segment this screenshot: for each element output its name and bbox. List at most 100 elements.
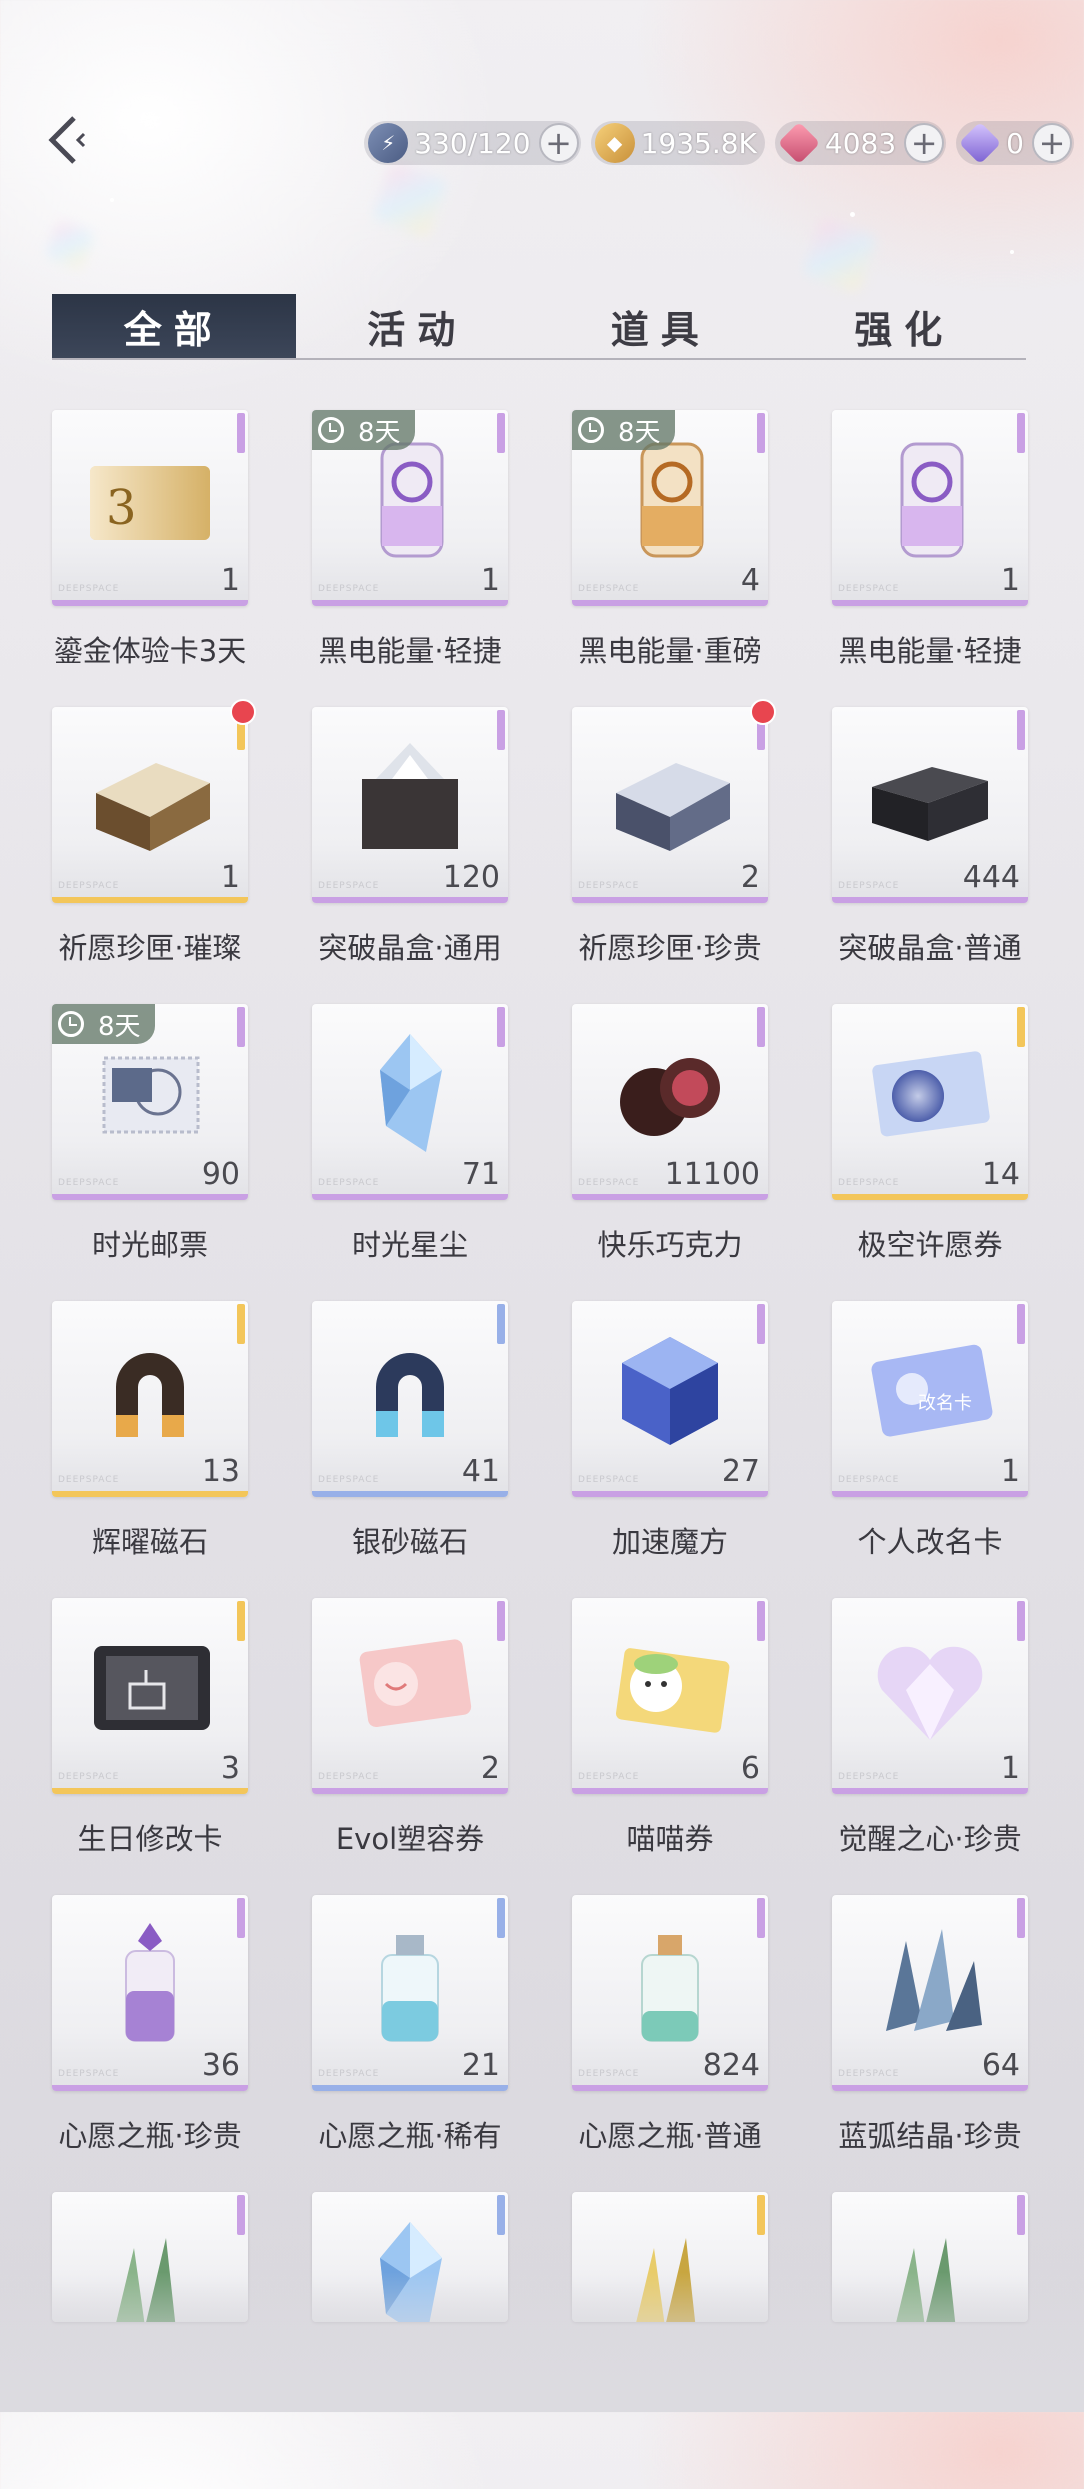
category-tabs: 全部 活动 道具 强化 bbox=[52, 294, 1026, 360]
item-quantity: 1 bbox=[1000, 1454, 1020, 1489]
rarity-bar bbox=[52, 1194, 248, 1200]
item-name: 黑电能量·轻捷 bbox=[318, 634, 502, 668]
rainbow-glare bbox=[371, 161, 449, 239]
add-gem-button[interactable]: + bbox=[1032, 123, 1072, 163]
brand-watermark: DEEPSPACE bbox=[318, 1178, 380, 1188]
inventory-item[interactable]: DEEPSPACE 824 心愿之瓶·普通 bbox=[572, 1895, 768, 2192]
inventory-item[interactable]: DEEPSPACE 2 祈愿珍匣·珍贵 bbox=[572, 699, 776, 1004]
tab-enhance[interactable]: 强化 bbox=[783, 294, 1027, 358]
rarity-tag bbox=[757, 413, 765, 453]
item-card[interactable]: DEEPSPACE 13 bbox=[52, 1301, 248, 1497]
brand-watermark: DEEPSPACE bbox=[58, 2069, 120, 2079]
timer-label: 8天 bbox=[98, 1011, 141, 1042]
blue-magnet-icon bbox=[376, 1353, 444, 1437]
brand-watermark: DEEPSPACE bbox=[578, 584, 640, 594]
item-name: 时光邮票 bbox=[91, 1228, 208, 1262]
item-quantity: 2 bbox=[480, 1751, 500, 1786]
item-name: 喵喵券 bbox=[626, 1822, 714, 1856]
inventory-item[interactable]: DEEPSPACE 64 蓝弧结晶·珍贵 bbox=[832, 1895, 1028, 2192]
item-quantity: 13 bbox=[201, 1454, 240, 1489]
inventory-item[interactable]: DEEPSPACE 1 觉醒之心·珍贵 bbox=[832, 1598, 1028, 1895]
brand-watermark: DEEPSPACE bbox=[838, 1772, 900, 1782]
blue-crystal-cluster-icon bbox=[886, 1929, 982, 2031]
item-card[interactable]: DEEPSPACE 3 bbox=[52, 1598, 248, 1794]
inventory-item[interactable]: DEEPSPACE 6 喵喵券 bbox=[572, 1598, 768, 1895]
brand-watermark: DEEPSPACE bbox=[318, 1475, 380, 1485]
tab-all[interactable]: 全部 bbox=[52, 294, 296, 358]
inventory-item[interactable]: 3 DEEPSPACE 1 鎏金体验卡3天 bbox=[52, 410, 248, 707]
item-card[interactable]: 3 DEEPSPACE 1 bbox=[52, 410, 248, 606]
inventory-item[interactable]: DEEPSPACE 90 8天时光邮票 bbox=[52, 1004, 248, 1301]
gold-magnet-icon bbox=[116, 1353, 184, 1437]
clock-icon bbox=[318, 417, 344, 443]
item-card[interactable]: DEEPSPACE 6 bbox=[572, 1598, 768, 1794]
sparkle-icon bbox=[110, 198, 114, 202]
inventory-item[interactable]: DEEPSPACE 41 银砂磁石 bbox=[312, 1301, 508, 1598]
item-quantity: 1 bbox=[1000, 563, 1020, 598]
item-card[interactable]: DEEPSPACE 4 8天 bbox=[572, 410, 768, 606]
inventory-item[interactable]: DEEPSPACE 444 突破晶盒·普通 bbox=[832, 707, 1028, 1004]
rarity-tag bbox=[497, 1898, 505, 1938]
item-card[interactable]: 改名卡 DEEPSPACE 1 bbox=[832, 1301, 1028, 1497]
gold-drink-can-icon bbox=[640, 442, 704, 558]
tab-items[interactable]: 道具 bbox=[539, 294, 783, 358]
add-ruby-button[interactable]: + bbox=[904, 123, 945, 163]
inventory-item[interactable]: DEEPSPACE 27 加速魔方 bbox=[572, 1301, 768, 1598]
inventory-item[interactable]: DEEPSPACE 13 辉曜磁石 bbox=[52, 1301, 248, 1598]
item-card[interactable]: DEEPSPACE 71 bbox=[312, 1004, 508, 1200]
add-energy-button[interactable]: + bbox=[538, 123, 579, 163]
item-card[interactable]: DEEPSPACE 90 8天 bbox=[52, 1004, 248, 1200]
item-card[interactable]: DEEPSPACE 14 bbox=[832, 1004, 1028, 1200]
item-card[interactable]: DEEPSPACE 1 bbox=[52, 707, 248, 903]
item-card[interactable]: DEEPSPACE 444 bbox=[832, 707, 1028, 903]
rarity-tag bbox=[237, 413, 245, 453]
inventory-item[interactable]: DEEPSPACE 36 心愿之瓶·珍贵 bbox=[52, 1895, 248, 2192]
inventory-item[interactable]: DEEPSPACE 71 时光星尘 bbox=[312, 1004, 508, 1301]
item-card[interactable]: DEEPSPACE 120 bbox=[312, 707, 508, 903]
item-card[interactable]: DEEPSPACE 1 bbox=[832, 1598, 1028, 1794]
rarity-bar bbox=[52, 600, 248, 606]
inventory-item[interactable]: DEEPSPACE 120 突破晶盒·通用 bbox=[312, 707, 508, 1004]
inventory-item[interactable]: DEEPSPACE 4 8天 黑电能量·重磅 bbox=[572, 410, 768, 707]
rarity-bar bbox=[572, 897, 768, 903]
back-button[interactable] bbox=[44, 112, 94, 168]
tab-activity[interactable]: 活动 bbox=[296, 294, 540, 358]
item-card[interactable]: DEEPSPACE 11100 bbox=[572, 1004, 768, 1200]
item-card[interactable]: DEEPSPACE 1 bbox=[832, 410, 1028, 606]
item-card[interactable]: DEEPSPACE 36 bbox=[52, 1895, 248, 2091]
inventory-item[interactable]: DEEPSPACE 1 祈愿珍匣·璀璨 bbox=[52, 699, 256, 1004]
rarity-bar bbox=[832, 897, 1028, 903]
inventory-item[interactable]: DEEPSPACE 2 Evol塑容券 bbox=[312, 1598, 508, 1895]
item-card[interactable]: DEEPSPACE 64 bbox=[832, 1895, 1028, 2091]
black-box-icon bbox=[872, 767, 988, 841]
inventory-item[interactable]: DEEPSPACE 11100 快乐巧克力 bbox=[572, 1004, 768, 1301]
brand-watermark: DEEPSPACE bbox=[838, 1475, 900, 1485]
inventory-item[interactable]: DEEPSPACE 21 心愿之瓶·稀有 bbox=[312, 1895, 508, 2192]
item-card[interactable]: DEEPSPACE 1 8天 bbox=[312, 410, 508, 606]
timer-label: 8天 bbox=[358, 417, 401, 448]
back-arrow-icon bbox=[48, 116, 86, 164]
item-card[interactable]: DEEPSPACE 2 bbox=[572, 707, 768, 903]
inventory-item[interactable]: DEEPSPACE 14 极空许愿券 bbox=[832, 1004, 1028, 1301]
item-quantity: 824 bbox=[702, 2048, 760, 2083]
rarity-tag bbox=[1017, 1304, 1025, 1344]
rarity-bar bbox=[572, 1194, 768, 1200]
item-card[interactable]: DEEPSPACE 824 bbox=[572, 1895, 768, 2091]
item-card[interactable]: DEEPSPACE 2 bbox=[312, 1598, 508, 1794]
inventory-item[interactable]: DEEPSPACE 1 8天黑电能量·轻捷 bbox=[312, 410, 508, 707]
inventory-item[interactable]: DEEPSPACE 1 黑电能量·轻捷 bbox=[832, 410, 1028, 707]
inventory-item[interactable]: 改名卡 DEEPSPACE 1 个人改名卡 bbox=[832, 1301, 1028, 1598]
currency-bar: ⚡ 330/120 + ◆ 1935.8K 4083 + 0 + bbox=[354, 118, 1074, 168]
inventory-item[interactable]: DEEPSPACE 3 生日修改卡 bbox=[52, 1598, 248, 1895]
rarity-bar bbox=[52, 897, 248, 903]
rainbow-glare bbox=[801, 216, 879, 294]
brand-watermark: DEEPSPACE bbox=[318, 1772, 380, 1782]
currency-value: 4083 bbox=[824, 126, 897, 160]
item-card[interactable]: DEEPSPACE 27 bbox=[572, 1301, 768, 1497]
face-ticket-icon bbox=[359, 1639, 472, 1728]
item-card[interactable]: DEEPSPACE 21 bbox=[312, 1895, 508, 2091]
crystal-heart-icon bbox=[877, 1646, 983, 1740]
chocolate-icon bbox=[620, 1058, 720, 1136]
item-card[interactable]: DEEPSPACE 41 bbox=[312, 1301, 508, 1497]
item-quantity: 120 bbox=[442, 860, 500, 895]
